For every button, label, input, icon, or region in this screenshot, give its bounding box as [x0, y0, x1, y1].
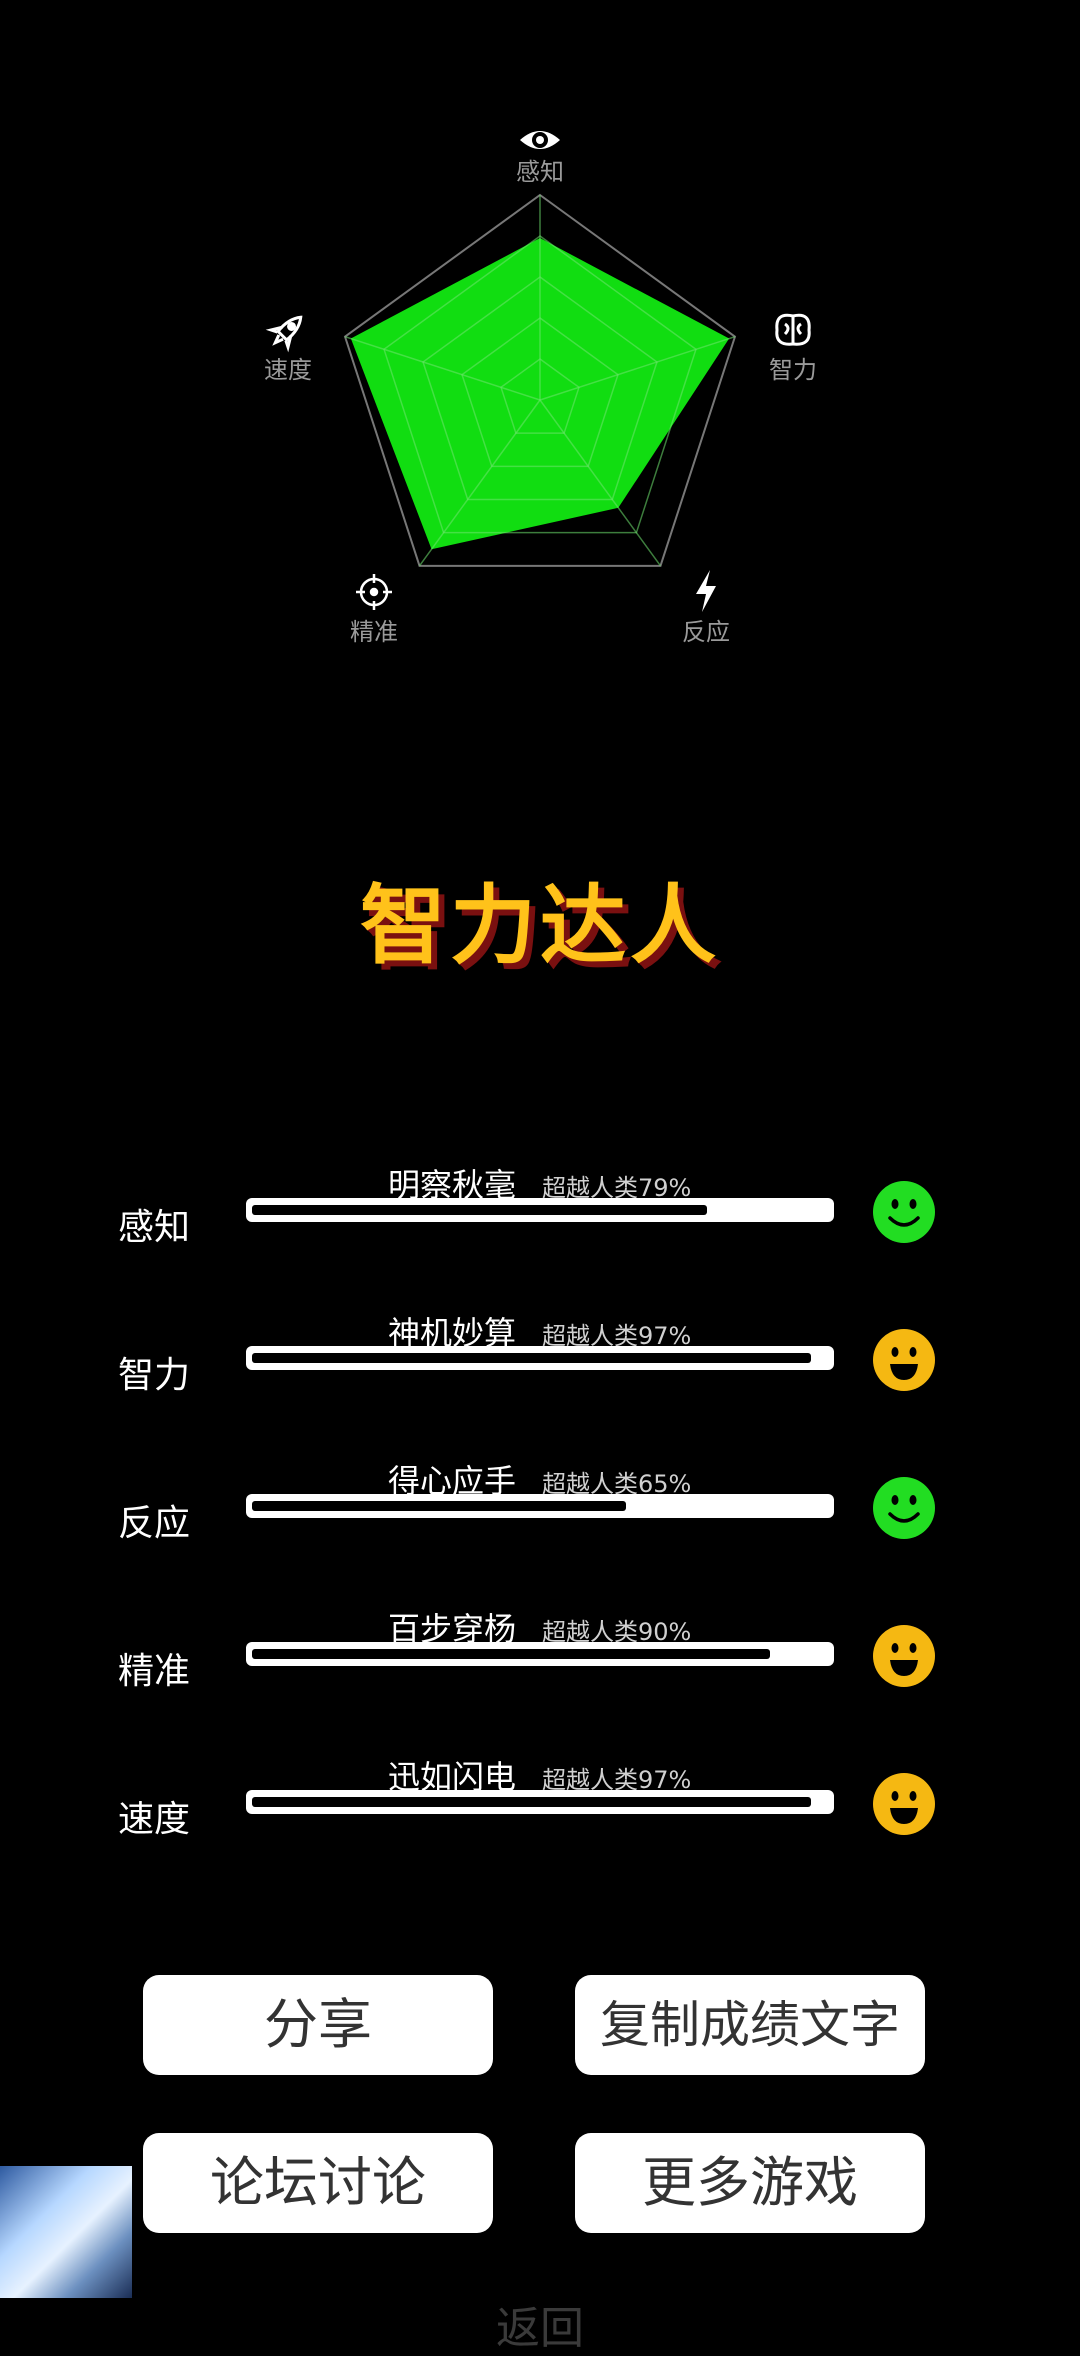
- radar-axis-label: 精准: [350, 618, 398, 646]
- share-button[interactable]: 分享: [143, 1975, 493, 2075]
- progress-fill: [252, 1649, 771, 1659]
- stat-label: 感知: [118, 1207, 191, 1248]
- rocket-icon: [265, 315, 303, 353]
- progress-bar: [246, 1346, 834, 1370]
- lightning-icon: [696, 570, 716, 612]
- stat-row: 速度 迅如闪电 超越人类97%: [0, 1752, 1080, 1872]
- progress-fill: [252, 1501, 627, 1511]
- grin-face-icon: [873, 1773, 935, 1835]
- eye-icon: [520, 131, 560, 149]
- progress-bar: [246, 1642, 834, 1666]
- radar-axis-label: 智力: [769, 356, 817, 384]
- progress-fill: [252, 1797, 811, 1807]
- forum-button[interactable]: 论坛讨论: [143, 2133, 493, 2233]
- radar-axis-label: 速度: [264, 356, 312, 384]
- smile-face-icon: [873, 1477, 935, 1539]
- rank-title: 智力达人: [360, 876, 720, 976]
- stat-label: 智力: [118, 1355, 191, 1396]
- copy-score-button[interactable]: 复制成绩文字: [575, 1975, 925, 2075]
- progress-bar: [246, 1198, 834, 1222]
- radar-chart: 感知智力反应 精准 速度: [264, 131, 817, 646]
- grin-face-icon: [873, 1625, 935, 1687]
- target-icon: [356, 574, 392, 610]
- stat-label: 反应: [118, 1503, 191, 1544]
- progress-fill: [252, 1353, 811, 1363]
- avatar[interactable]: [0, 2166, 132, 2298]
- grin-face-icon: [873, 1329, 935, 1391]
- stat-row: 智力 神机妙算 超越人类97%: [0, 1308, 1080, 1428]
- radar-axis-label: 反应: [682, 618, 730, 646]
- stat-row: 精准 百步穿杨 超越人类90%: [0, 1604, 1080, 1724]
- smile-face-icon: [873, 1181, 935, 1243]
- progress-fill: [252, 1205, 708, 1215]
- more-games-button[interactable]: 更多游戏: [575, 2133, 925, 2233]
- stat-row: 反应 得心应手 超越人类65%: [0, 1456, 1080, 1576]
- radar-axis-label: 感知: [516, 158, 564, 186]
- back-button[interactable]: 返回: [0, 2292, 1080, 2356]
- stat-label: 速度: [118, 1799, 191, 1840]
- progress-bar: [246, 1494, 834, 1518]
- stat-label: 精准: [118, 1651, 191, 1692]
- brain-icon: [775, 313, 811, 346]
- progress-bar: [246, 1790, 834, 1814]
- stat-row: 感知 明察秋毫 超越人类79%: [0, 1160, 1080, 1280]
